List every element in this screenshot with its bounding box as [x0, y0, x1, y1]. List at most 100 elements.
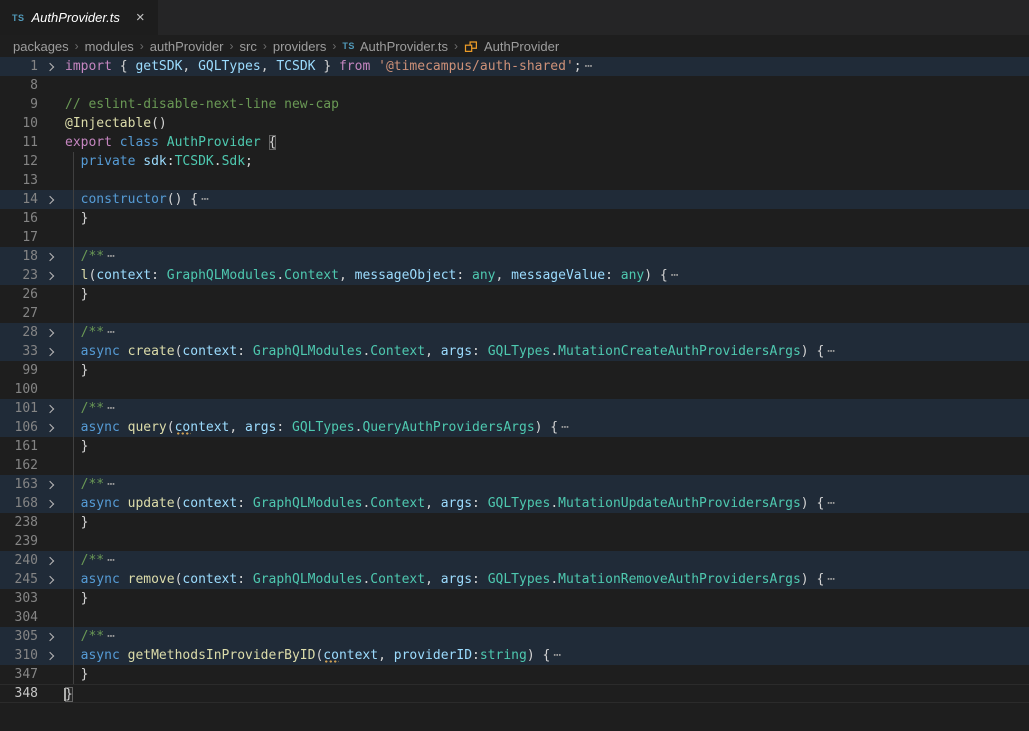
code-text: l(context: GraphQLModules.Context, messa…: [64, 266, 1029, 285]
folded-code-ellipsis[interactable]: ⋯: [107, 249, 116, 264]
fold-chevron-icon[interactable]: [46, 632, 54, 640]
code-line-17: 17: [0, 228, 1029, 247]
code-line-12: 12 private sdk:TCSDK.Sdk;: [0, 152, 1029, 171]
breadcrumb-item-src[interactable]: src: [239, 39, 258, 54]
code-line-101: 101 /**⋯: [0, 399, 1029, 418]
folded-code-ellipsis[interactable]: ⋯: [561, 420, 570, 435]
indent-guide: [73, 456, 74, 475]
folded-code-ellipsis[interactable]: ⋯: [585, 59, 594, 74]
indent-guide: [73, 437, 74, 456]
gutter: 304: [0, 608, 64, 627]
folded-code-ellipsis[interactable]: ⋯: [201, 192, 210, 207]
code-token: ;: [574, 59, 582, 74]
folded-code-ellipsis[interactable]: ⋯: [827, 572, 836, 587]
folded-code-ellipsis[interactable]: ⋯: [107, 629, 116, 644]
code-token: /**: [65, 249, 104, 264]
line-number: 99: [0, 361, 38, 380]
fold-chevron-icon[interactable]: [46, 62, 54, 70]
code-line-347: 347 }: [0, 665, 1029, 684]
folded-code-ellipsis[interactable]: ⋯: [107, 401, 116, 416]
code-token: :: [237, 496, 253, 511]
code-line-239: 239: [0, 532, 1029, 551]
code-text: }: [64, 361, 1029, 380]
code-token: context: [182, 572, 237, 587]
line-number: 305: [0, 627, 38, 646]
line-number: 238: [0, 513, 38, 532]
indent-guide: [73, 646, 74, 665]
line-number: 303: [0, 589, 38, 608]
breadcrumb-item-modules[interactable]: modules: [84, 39, 135, 54]
breadcrumb-item-packages[interactable]: packages: [12, 39, 70, 54]
code-token: }: [65, 439, 88, 454]
code-token: args: [245, 420, 276, 435]
fold-chevron-icon[interactable]: [46, 651, 54, 659]
code-token: ,: [378, 648, 394, 663]
line-number: 304: [0, 608, 38, 627]
fold-chevron-icon[interactable]: [46, 271, 54, 279]
folded-code-ellipsis[interactable]: ⋯: [107, 477, 116, 492]
fold-chevron-icon[interactable]: [46, 328, 54, 336]
folded-code-ellipsis[interactable]: ⋯: [553, 648, 562, 663]
indent-guide: [73, 532, 74, 551]
fold-chevron-icon[interactable]: [46, 423, 54, 431]
folded-code-ellipsis[interactable]: ⋯: [827, 344, 836, 359]
line-number: 100: [0, 380, 38, 399]
code-token: {: [269, 135, 277, 150]
gutter: 27: [0, 304, 64, 323]
code-token: Context: [370, 344, 425, 359]
code-token: async: [81, 496, 120, 511]
code-line-163: 163 /**⋯: [0, 475, 1029, 494]
code-token: ,: [339, 268, 355, 283]
tab-authprovider[interactable]: TS AuthProvider.ts ×: [0, 0, 158, 35]
code-token: ;: [245, 154, 253, 169]
code-text: constructor() {⋯: [64, 190, 1029, 209]
close-icon[interactable]: ×: [133, 9, 148, 26]
indent-guide: [73, 665, 74, 684]
code-text: [64, 532, 1029, 551]
code-token: MutationCreateAuthProvidersArgs: [558, 344, 801, 359]
line-number: 245: [0, 570, 38, 589]
code-text: async query(context, args: GQLTypes.Quer…: [64, 418, 1029, 437]
fold-chevron-icon[interactable]: [46, 347, 54, 355]
code-token: [120, 344, 128, 359]
code-line-303: 303 }: [0, 589, 1029, 608]
breadcrumb-item-authProvider[interactable]: authProvider: [149, 39, 225, 54]
indent-guide: [73, 475, 74, 494]
code-token: :: [472, 572, 488, 587]
fold-chevron-icon[interactable]: [46, 480, 54, 488]
code-token: ,: [425, 496, 441, 511]
folded-code-ellipsis[interactable]: ⋯: [671, 268, 680, 283]
code-token: ) {: [801, 496, 824, 511]
folded-code-ellipsis[interactable]: ⋯: [107, 553, 116, 568]
breadcrumb-file-label: AuthProvider.ts: [360, 39, 448, 54]
code-token: ) {: [644, 268, 667, 283]
breadcrumb-item-file[interactable]: TSAuthProvider.ts: [341, 39, 449, 54]
gutter: 1: [0, 57, 64, 76]
fold-chevron-icon[interactable]: [46, 499, 54, 507]
breadcrumb-item-symbol[interactable]: AuthProvider: [463, 39, 560, 54]
folded-code-ellipsis[interactable]: ⋯: [827, 496, 836, 511]
fold-chevron-icon[interactable]: [46, 556, 54, 564]
code-token: /**: [65, 477, 104, 492]
gutter: 8: [0, 76, 64, 95]
fold-chevron-icon[interactable]: [46, 195, 54, 203]
indent-guide: [73, 570, 74, 589]
fold-chevron-icon[interactable]: [46, 575, 54, 583]
indent-guide: [73, 323, 74, 342]
code-token: :: [472, 344, 488, 359]
code-token: getMethodsInProviderByID: [128, 648, 316, 663]
code-line-305: 305 /**⋯: [0, 627, 1029, 646]
line-number: 106: [0, 418, 38, 437]
line-number: 310: [0, 646, 38, 665]
indent-guide: [73, 228, 74, 247]
indent-guide: [73, 342, 74, 361]
code-editor[interactable]: 1import { getSDK, GQLTypes, TCSDK } from…: [0, 57, 1029, 731]
code-token: (: [315, 648, 323, 663]
folded-code-ellipsis[interactable]: ⋯: [107, 325, 116, 340]
code-token: TCSDK: [276, 59, 315, 74]
breadcrumb-item-providers[interactable]: providers: [272, 39, 327, 54]
line-number: 168: [0, 494, 38, 513]
fold-chevron-icon[interactable]: [46, 252, 54, 260]
code-text: [64, 76, 1029, 95]
fold-chevron-icon[interactable]: [46, 404, 54, 412]
